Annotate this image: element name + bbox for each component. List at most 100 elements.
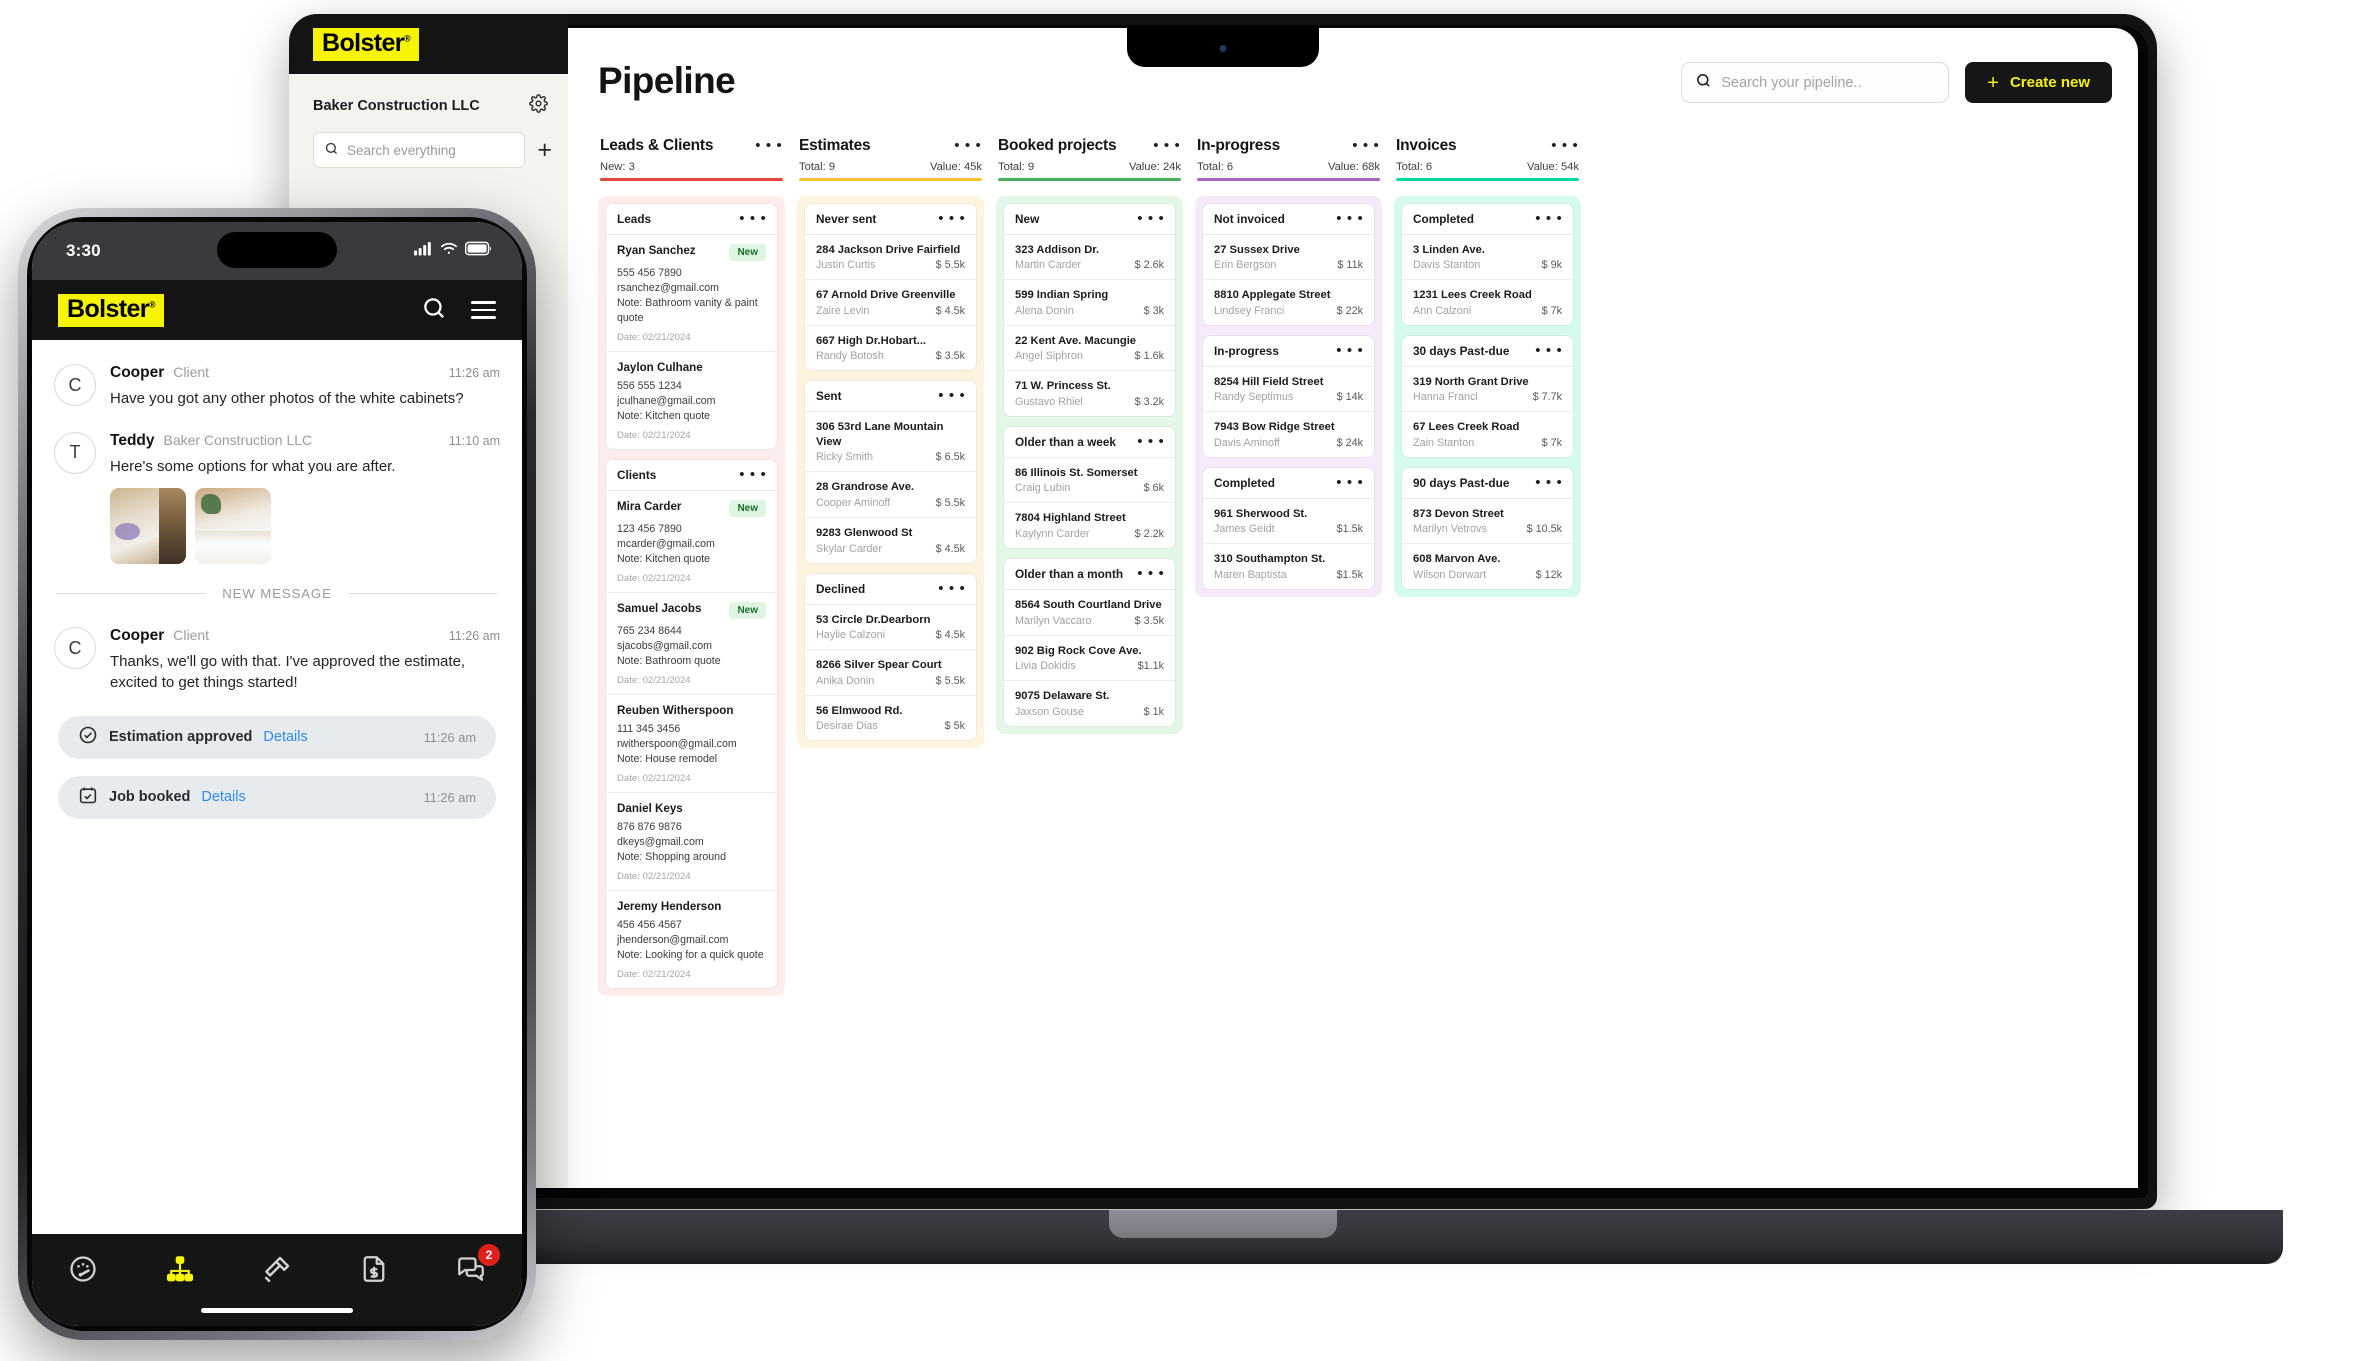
column-value: Value: 45k xyxy=(929,161,982,173)
kitchen-photo-thumbnail[interactable] xyxy=(110,488,186,565)
more-options-icon[interactable]: • • • xyxy=(1352,138,1380,153)
hamburger-menu-icon[interactable] xyxy=(471,301,496,319)
job-meta-row: Angel Siphron $ 1.6k xyxy=(1015,350,1164,362)
search-icon[interactable] xyxy=(421,295,447,326)
job-amount: $ 4.5k xyxy=(935,542,965,555)
more-options-icon[interactable]: • • • xyxy=(1551,138,1579,153)
list-item[interactable]: 310 Southampton St. Maren Baptista $1.5k xyxy=(1203,544,1374,589)
kitchen-photo-thumbnail[interactable] xyxy=(195,488,271,565)
job-amount: $ 6k xyxy=(1143,482,1164,495)
job-meta-row: Justin Curtis $ 5.5k xyxy=(816,259,965,271)
list-item[interactable]: 9075 Delaware St. Jaxson Gouse $ 1k xyxy=(1004,681,1175,726)
job-address: 67 Arnold Drive Greenville xyxy=(816,289,956,302)
contact-name: Jeremy Henderson xyxy=(617,900,722,914)
list-item[interactable]: 67 Arnold Drive Greenville Zaire Levin $… xyxy=(805,280,976,326)
contact-name: Jaylon Culhane xyxy=(617,360,703,374)
status-chip[interactable]: Job booked Details 11:26 am xyxy=(58,775,496,819)
list-item[interactable]: 9283 Glenwood St Skylar Carder $ 4.5k xyxy=(805,518,976,563)
list-item[interactable]: 27 Sussex Drive Erin Bergson $ 11k xyxy=(1203,235,1374,281)
pipeline-app: Pipeline Search your pipeline.. + Create xyxy=(568,28,2138,1188)
tab-pipeline-hierarchy[interactable] xyxy=(157,1250,203,1292)
card-group: Not invoiced • • • 27 Sussex Drive Erin … xyxy=(1203,203,1374,325)
tab-hammer-tools[interactable] xyxy=(254,1250,300,1292)
list-item[interactable]: Daniel Keys 876 876 9876 dkeys@gmail.com… xyxy=(606,793,777,892)
more-options-icon[interactable]: • • • xyxy=(1535,475,1563,490)
sidebar-search-input[interactable]: Search everything xyxy=(313,132,526,168)
more-options-icon[interactable]: • • • xyxy=(1336,211,1364,226)
tab-invoice-document[interactable] xyxy=(351,1250,397,1292)
list-item[interactable]: 22 Kent Ave. Macungie Angel Siphron $ 1.… xyxy=(1004,326,1175,372)
more-options-icon[interactable]: • • • xyxy=(1535,211,1563,226)
more-options-icon[interactable]: • • • xyxy=(1336,475,1364,490)
message-header: Teddy Baker Construction LLC 11:10 am xyxy=(110,432,500,450)
list-item[interactable]: 71 W. Princess St. Gustavo Rhiel $ 3.2k xyxy=(1004,371,1175,416)
more-options-icon[interactable]: • • • xyxy=(938,211,966,226)
list-item[interactable]: 53 Circle Dr.Dearborn Haylie Calzoni $ 4… xyxy=(805,605,976,651)
search-input[interactable]: Search your pipeline.. xyxy=(1681,62,1950,103)
contact-email: dkeys@gmail.com xyxy=(617,836,704,849)
list-item[interactable]: 7804 Highland Street Kaylynn Carder $ 2.… xyxy=(1004,503,1175,548)
list-item[interactable]: 961 Sherwood St. James Geidt $1.5k xyxy=(1203,499,1374,545)
plus-icon[interactable]: + xyxy=(537,137,552,163)
list-item[interactable]: 902 Big Rock Cove Ave. Livia Dokidis $1.… xyxy=(1004,636,1175,682)
job-person: Lindsey Franci xyxy=(1214,304,1285,317)
list-item[interactable]: Jaylon Culhane 556 555 1234 jculhane@gma… xyxy=(606,352,777,449)
list-item[interactable]: 284 Jackson Drive Fairfield Justin Curti… xyxy=(805,235,976,281)
message-time: 11:10 am xyxy=(448,433,500,448)
list-item[interactable]: 3 Linden Ave. Davis Stanton $ 9k xyxy=(1402,235,1573,281)
more-options-icon[interactable]: • • • xyxy=(1535,343,1563,358)
list-item[interactable]: 8266 Silver Spear Court Anika Donin $ 5.… xyxy=(805,650,976,696)
more-options-icon[interactable]: • • • xyxy=(1137,434,1165,449)
list-item[interactable]: 319 North Grant Drive Hanna Franci $ 7.7… xyxy=(1402,367,1573,413)
list-item[interactable]: 608 Marvon Ave. Wilson Dorwart $ 12k xyxy=(1402,544,1573,589)
job-amount: $1.5k xyxy=(1336,568,1363,581)
more-options-icon[interactable]: • • • xyxy=(1137,211,1165,226)
divider-line xyxy=(56,593,207,595)
more-options-icon[interactable]: • • • xyxy=(739,211,767,226)
list-item[interactable]: Ryan Sanchez New 555 456 7890 rsanchez@g… xyxy=(606,235,777,352)
list-item[interactable]: 7943 Bow Ridge Street Davis Aminoff $ 24… xyxy=(1203,412,1374,457)
column-total: Total: 6 xyxy=(1197,161,1234,173)
list-item[interactable]: 56 Elmwood Rd. Desirae Dias $ 5k xyxy=(805,696,976,741)
list-item[interactable]: 86 Illinois St. Somerset Craig Lubin $ 6… xyxy=(1004,458,1175,504)
job-amount: $ 2.6k xyxy=(1134,259,1164,272)
list-item[interactable]: Mira Carder New 123 456 7890 mcarder@gma… xyxy=(606,491,777,593)
list-item[interactable]: 873 Devon Street Marilyn Vetrovs $ 10.5k xyxy=(1402,499,1573,545)
list-item[interactable]: 1231 Lees Creek Road Ann Calzoni $ 7k xyxy=(1402,280,1573,325)
wifi-icon xyxy=(440,242,458,261)
more-options-icon[interactable]: • • • xyxy=(755,138,783,153)
create-new-button[interactable]: + Create new xyxy=(1965,62,2112,103)
list-item[interactable]: 599 Indian Spring Alena Donin $ 3k xyxy=(1004,280,1175,326)
tab-messages-chat[interactable]: 2 xyxy=(448,1244,500,1292)
list-item[interactable]: 306 53rd Lane Mountain View Ricky Smith … xyxy=(805,412,976,473)
list-item[interactable]: Jeremy Henderson 456 456 4567 jhenderson… xyxy=(606,891,777,988)
list-item[interactable]: 323 Addison Dr. Martin Carder $ 2.6k xyxy=(1004,235,1175,281)
gear-icon[interactable] xyxy=(529,94,548,118)
contact-note: Note: Kitchen quote xyxy=(617,409,711,422)
more-options-icon[interactable]: • • • xyxy=(1153,138,1181,153)
job-person: Ann Calzoni xyxy=(1413,304,1472,317)
more-options-icon[interactable]: • • • xyxy=(1336,343,1364,358)
list-item[interactable]: 8810 Applegate Street Lindsey Franci $ 2… xyxy=(1203,280,1374,325)
chip-details-link[interactable]: Details xyxy=(263,729,307,745)
more-options-icon[interactable]: • • • xyxy=(739,467,767,482)
more-options-icon[interactable]: • • • xyxy=(954,138,982,153)
list-item[interactable]: 8254 Hill Field Street Randy Septimus $ … xyxy=(1203,367,1374,413)
more-options-icon[interactable]: • • • xyxy=(938,581,966,596)
list-item[interactable]: 667 High Dr.Hobart... Randy Botosh $ 3.5… xyxy=(805,326,976,371)
list-item[interactable]: 67 Lees Creek Road Zain Stanton $ 7k xyxy=(1402,412,1573,457)
more-options-icon[interactable]: • • • xyxy=(938,388,966,403)
column-title-row: In-progress • • • xyxy=(1197,137,1380,155)
tab-dashboard-gauge[interactable] xyxy=(60,1250,106,1292)
chip-details-link[interactable]: Details xyxy=(201,789,245,805)
job-meta-row: Anika Donin $ 5.5k xyxy=(816,675,965,687)
message: C Cooper Client 11:26 am Have you got an… xyxy=(54,364,500,410)
list-item[interactable]: 8564 South Courtland Drive Marilyn Vacca… xyxy=(1004,590,1175,636)
status-chip[interactable]: Estimation approved Details 11:26 am xyxy=(58,715,496,759)
pipeline-column: Invoices • • • Total: 6 Value: 54k Compl… xyxy=(1394,137,1581,597)
column-body: New • • • 323 Addison Dr. Martin Carder … xyxy=(996,195,1183,734)
list-item[interactable]: Samuel Jacobs New 765 234 8644 sjacobs@g… xyxy=(606,593,777,695)
list-item[interactable]: Reuben Witherspoon 111 345 3456 rwithers… xyxy=(606,695,777,794)
more-options-icon[interactable]: • • • xyxy=(1137,566,1165,581)
list-item[interactable]: 28 Grandrose Ave. Cooper Aminoff $ 5.5k xyxy=(805,472,976,518)
